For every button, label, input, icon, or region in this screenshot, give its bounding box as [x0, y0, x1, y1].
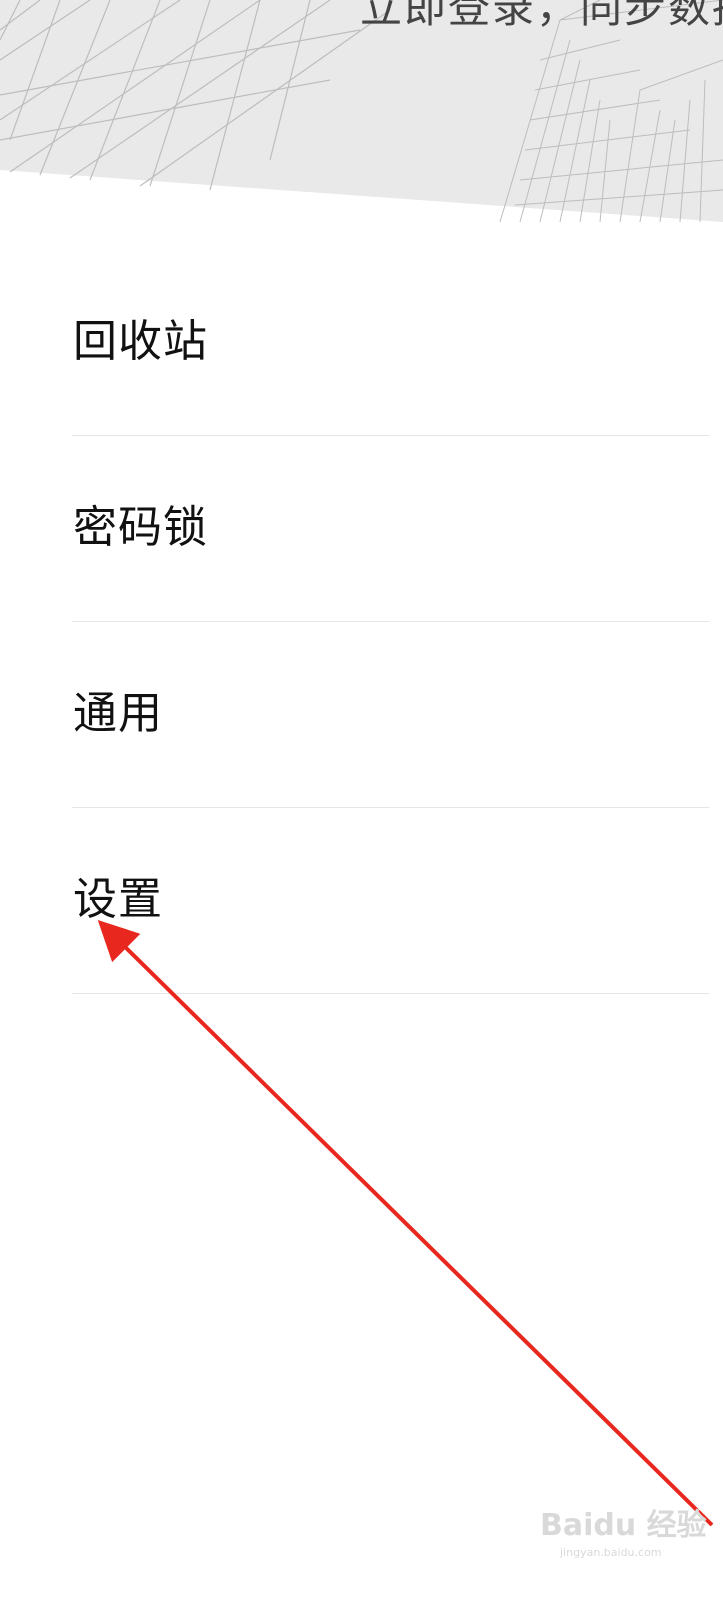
menu-item-recycle-bin[interactable]: 回收站	[0, 250, 723, 436]
menu-item-label: 回收站	[73, 316, 208, 367]
baidu-watermark: Baidu 经验	[540, 1508, 707, 1543]
menu-item-label: 设置	[73, 874, 163, 925]
baidu-watermark-url: jingyan.baidu.com	[560, 1546, 662, 1559]
menu-item-label: 通用	[73, 688, 163, 739]
menu-item-password-lock[interactable]: 密码锁	[0, 436, 723, 622]
menu-item-general[interactable]: 通用	[0, 622, 723, 808]
login-prompt[interactable]: 立即登录，同步数据	[360, 0, 723, 35]
menu-list: 回收站 密码锁 通用 设置	[0, 250, 723, 994]
menu-item-label: 密码锁	[73, 502, 208, 553]
menu-item-settings[interactable]: 设置	[0, 808, 723, 994]
divider	[72, 993, 709, 994]
header-banner[interactable]: 立即登录，同步数据	[0, 0, 723, 230]
